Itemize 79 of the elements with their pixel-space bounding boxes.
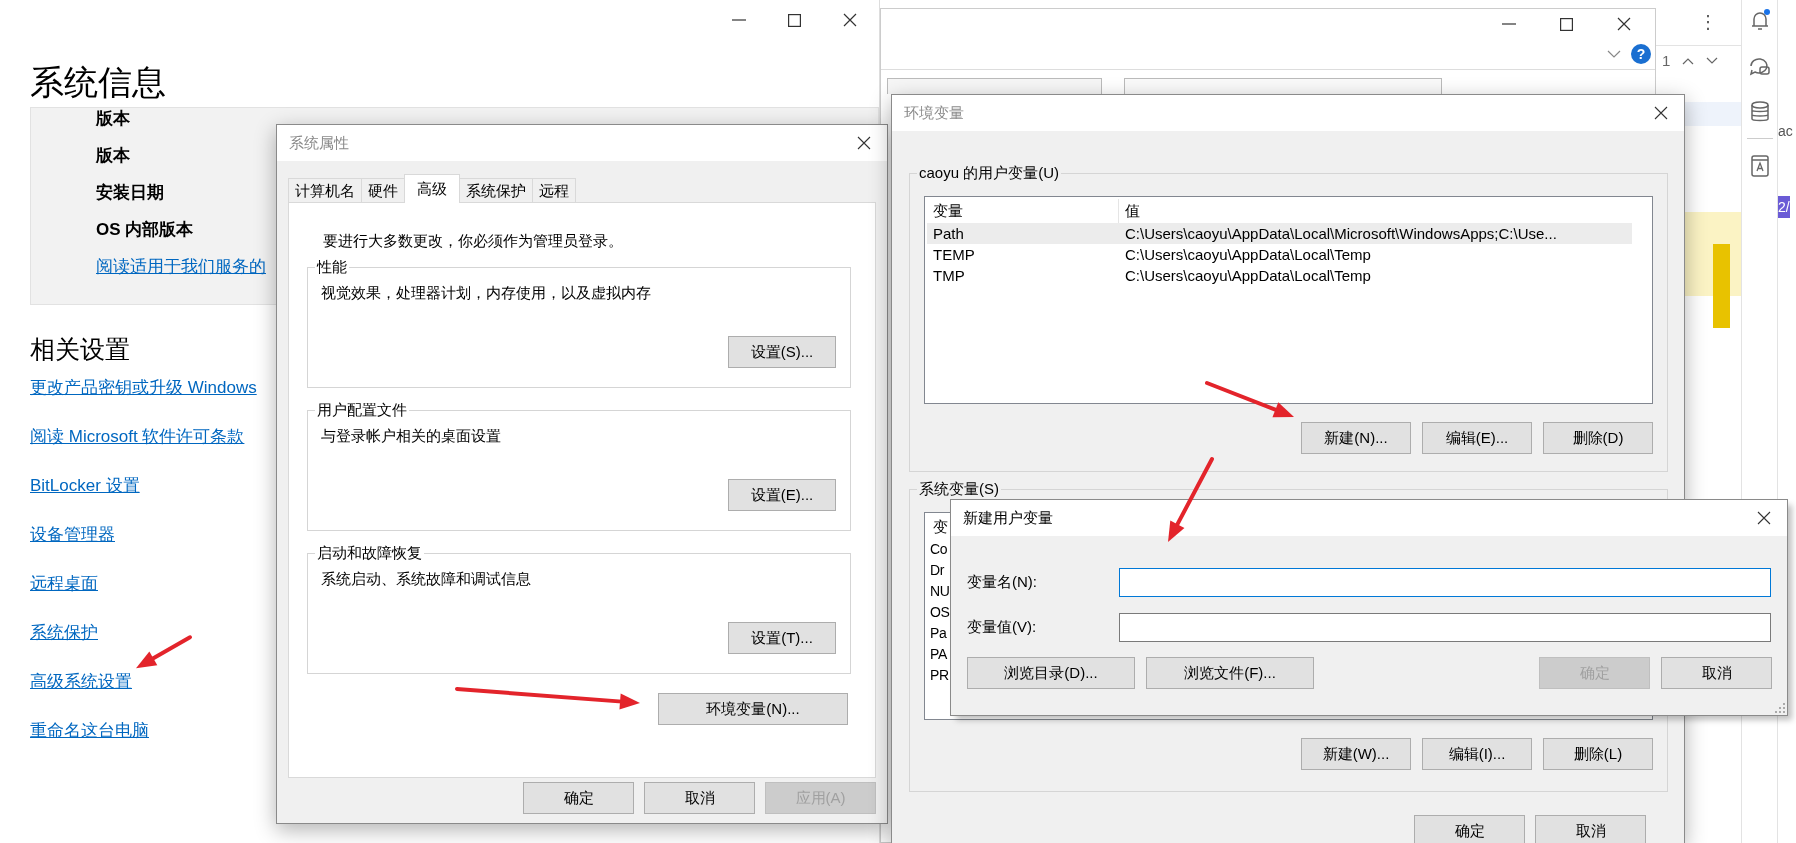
tab[interactable]: 计算机名	[288, 178, 362, 202]
group-description: 与登录帐户相关的桌面设置	[321, 426, 502, 446]
settings-link[interactable]: 阅读 Microsoft 软件许可条款	[30, 425, 245, 475]
dialog-button[interactable]: 编辑(E)...	[1422, 422, 1532, 454]
tab[interactable]: 高级	[404, 174, 460, 203]
dialog-button[interactable]: 设置(S)...	[728, 336, 836, 368]
settings-link[interactable]: 更改产品密钥或升级 Windows	[30, 376, 257, 426]
spec-label: OS 内部版本	[96, 218, 194, 241]
chevron-up-icon[interactable]	[1682, 57, 1695, 65]
group-description: 系统启动、系统故障和调试信息	[321, 569, 532, 589]
link[interactable]: 阅读适用于我们服务的	[96, 253, 266, 279]
dialog-button[interactable]: 设置(E)...	[728, 479, 836, 511]
close-icon	[857, 136, 871, 150]
dialog-button[interactable]: 取消	[1535, 815, 1646, 843]
help-button[interactable]: ?	[1631, 44, 1651, 64]
text-fragment: ac	[1778, 122, 1794, 140]
dialog-title: 系统属性	[289, 132, 349, 153]
dialog-button[interactable]: 新建(N)...	[1301, 422, 1411, 454]
variable-name[interactable]: Pa	[930, 623, 947, 644]
settings-link[interactable]: 设备管理器	[30, 523, 115, 573]
column-header: 值	[1124, 201, 1141, 221]
dialog-button[interactable]: 设置(T)...	[728, 622, 836, 654]
dropdown-field[interactable]	[887, 78, 1102, 94]
match-count: 1	[1662, 50, 1671, 71]
variable-name[interactable]: NU	[930, 581, 950, 602]
settings-link[interactable]: 重命名这台电脑	[30, 719, 149, 769]
group-description: 视觉效果，处理器计划，内存使用，以及虚拟内存	[321, 283, 652, 303]
settings-link[interactable]: BitLocker 设置	[30, 474, 140, 524]
settings-link[interactable]: 系统保护	[30, 621, 98, 671]
maximize-icon[interactable]	[788, 13, 801, 27]
more-button[interactable]: ⋮	[1699, 9, 1717, 36]
page-title: 系统信息	[30, 62, 167, 103]
variable-name[interactable]: PR	[930, 665, 949, 686]
variable-row[interactable]: TMP C:\Users\caoyu\AppData\Local\Temp	[927, 265, 1632, 286]
close-icon[interactable]	[843, 13, 857, 27]
section-heading: 相关设置	[30, 333, 130, 365]
variable-row[interactable]: Path C:\Users\caoyu\AppData\Local\Microsoft\WindowsApps;C:\Use...	[927, 223, 1632, 244]
environment-variables-button[interactable]: 环境变量(N)...	[658, 693, 848, 725]
dialog-button[interactable]: 删除(D)	[1543, 422, 1653, 454]
dropdown-field[interactable]	[1124, 78, 1442, 94]
dialog-button[interactable]: 确定	[1414, 815, 1525, 843]
variable-name[interactable]: PA	[930, 644, 948, 665]
spec-label: 版本	[96, 107, 130, 130]
notice-text: 要进行大多数更改，你必须作为管理员登录。	[323, 231, 624, 251]
variable-name[interactable]: OS	[930, 602, 950, 623]
maximize-icon[interactable]	[1560, 17, 1573, 31]
group-title: 系统变量(S)	[917, 479, 1001, 499]
dialog-button[interactable]: 浏览文件(F)...	[1146, 657, 1314, 689]
field-label: 变量值(V):	[966, 617, 1038, 638]
text-field[interactable]	[1119, 568, 1771, 597]
spec-label: 安装日期	[96, 181, 164, 204]
dialog-title: 环境变量	[904, 102, 964, 123]
label-tag: 2/	[1778, 196, 1790, 218]
variable-name[interactable]: Co	[930, 539, 948, 560]
field-label: 变量名(N):	[966, 572, 1038, 593]
close-icon	[1757, 511, 1771, 525]
dialog-button[interactable]: 删除(L)	[1543, 738, 1653, 770]
dialog-button[interactable]: 取消	[1661, 657, 1772, 689]
settings-link[interactable]: 远程桌面	[30, 572, 98, 622]
tab[interactable]: 远程	[532, 178, 576, 202]
dialog-button[interactable]: 编辑(I)...	[1422, 738, 1532, 770]
settings-link[interactable]: 高级系统设置	[30, 670, 132, 720]
chevron-down-icon[interactable]	[1607, 50, 1621, 58]
spec-label: 版本	[96, 144, 130, 167]
text-field[interactable]	[1119, 613, 1771, 642]
group-title: 性能	[315, 257, 349, 277]
group-title: 用户配置文件	[315, 400, 409, 420]
dialog-button[interactable]: 取消	[644, 782, 755, 814]
chevron-down-icon[interactable]	[1706, 57, 1719, 65]
group-title: 启动和故障恢复	[315, 543, 424, 563]
close-icon[interactable]	[1617, 17, 1631, 31]
variable-name[interactable]: Dr	[930, 560, 945, 581]
resize-grip-icon[interactable]	[1775, 703, 1785, 713]
dialog-button[interactable]: 确定	[523, 782, 634, 814]
close-icon	[1654, 106, 1668, 120]
dialog-button[interactable]: 新建(W)...	[1301, 738, 1411, 770]
variable-row[interactable]: TEMP C:\Users\caoyu\AppData\Local\Temp	[927, 244, 1632, 265]
dialog-button[interactable]: 浏览目录(D)...	[967, 657, 1135, 689]
group-title: caoyu 的用户变量(U)	[917, 163, 1062, 183]
